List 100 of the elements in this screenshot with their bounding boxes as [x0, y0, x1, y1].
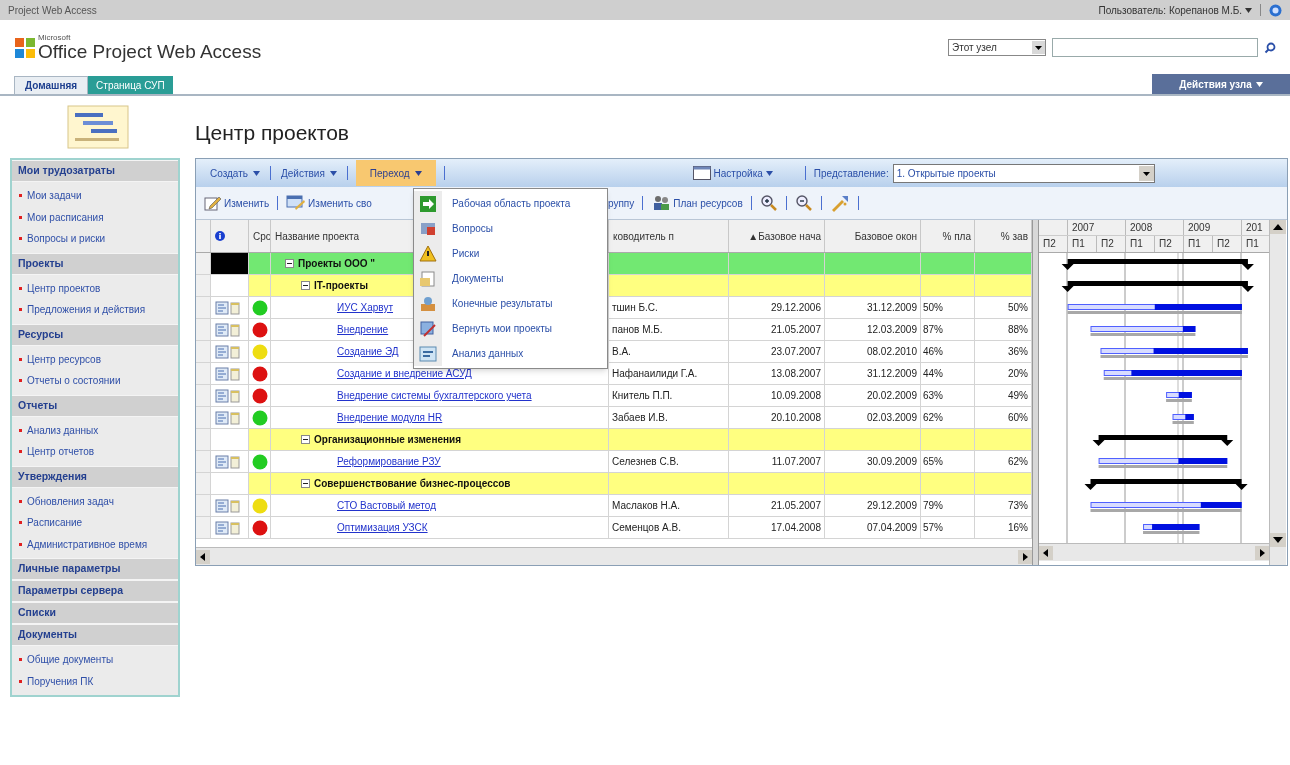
scroll-right-icon[interactable] [1018, 549, 1032, 564]
calendar-icon [692, 166, 711, 180]
column-header[interactable]: ководитель п [609, 220, 729, 252]
column-header[interactable]: % пла [921, 220, 975, 252]
sidebar-link[interactable]: Отчеты о состоянии [27, 374, 121, 388]
note-icon[interactable] [230, 410, 240, 425]
sidebar-link[interactable]: Расписание [27, 516, 83, 530]
sidebar-heading[interactable]: Параметры сервера [12, 580, 178, 602]
vertical-scrollbar[interactable] [1269, 220, 1286, 565]
project-link[interactable]: Оптимизация УЗСК [337, 520, 428, 535]
schedule-icon[interactable] [215, 322, 229, 337]
schedule-icon[interactable] [215, 344, 229, 359]
horizontal-scrollbar[interactable] [1039, 543, 1269, 561]
sidebar-heading[interactable]: Проекты [12, 252, 178, 275]
scroll-right-icon[interactable] [1255, 545, 1269, 560]
scroll-left-icon[interactable] [1039, 545, 1053, 560]
search-field[interactable] [1052, 38, 1258, 57]
project-link[interactable]: ИУС Харвут [337, 300, 393, 315]
menu-button[interactable]: Действия [279, 160, 339, 186]
menu-item[interactable]: Документы [452, 271, 504, 286]
collapse-icon[interactable] [285, 259, 294, 268]
sidebar-heading[interactable]: Личные параметры [12, 558, 178, 580]
collapse-icon[interactable] [301, 479, 310, 488]
column-header[interactable]: Срс [249, 220, 271, 252]
menu-button[interactable]: Переход [355, 160, 436, 186]
project-link[interactable]: Внедрение системы бухгалтерского учета [337, 388, 532, 403]
scroll-down-icon[interactable] [1270, 533, 1286, 547]
note-icon[interactable] [230, 498, 240, 513]
column-header[interactable]: Базовое окон [825, 220, 921, 252]
project-link[interactable]: СТО Вастовый метод [337, 498, 436, 513]
toolbar-button[interactable]: Изменить сво [286, 195, 372, 211]
sidebar-link[interactable]: Вопросы и риски [27, 232, 106, 246]
collapse-icon[interactable] [301, 435, 310, 444]
help-icon[interactable] [1269, 3, 1282, 17]
note-icon[interactable] [230, 388, 240, 403]
table-cell: 57% [921, 517, 975, 538]
sidebar-link[interactable]: Мои задачи [27, 189, 82, 203]
project-link[interactable]: Внедрение модуля HR [337, 410, 443, 425]
sidebar-link[interactable]: Административное время [27, 537, 148, 551]
bullet-icon [19, 658, 22, 661]
site-actions-button[interactable]: Действия узла [1152, 74, 1290, 94]
note-icon[interactable] [230, 344, 240, 359]
year-label: 2008 [1130, 222, 1153, 233]
sidebar-heading[interactable]: Ресурсы [12, 323, 178, 346]
project-link[interactable]: Создание ЭД [337, 344, 399, 359]
collapse-icon[interactable] [301, 281, 310, 290]
checkin-icon [419, 319, 437, 338]
sidebar-link[interactable]: Поручения ПК [27, 674, 94, 688]
menu-item[interactable]: Риски [452, 246, 480, 261]
sidebar-link[interactable]: Обновления задач [27, 494, 114, 508]
menu-item[interactable]: Анализ данных [452, 346, 524, 361]
toolbar-button[interactable]: руппу [608, 195, 635, 211]
sidebar-link[interactable]: Центр ресурсов [27, 352, 101, 366]
schedule-icon[interactable] [215, 388, 229, 403]
sidebar-link[interactable]: Мои расписания [27, 210, 104, 224]
sidebar-heading[interactable]: Отчеты [12, 394, 178, 417]
schedule-icon[interactable] [215, 366, 229, 381]
scope-select[interactable]: Этот узел [948, 39, 1046, 56]
search-icon[interactable] [1264, 41, 1276, 54]
sidebar-link[interactable]: Центр отчетов [27, 445, 95, 459]
note-icon[interactable] [230, 300, 240, 315]
sidebar-link[interactable]: Анализ данных [27, 423, 99, 437]
sidebar-heading[interactable]: Утверждения [12, 465, 178, 488]
task-bar [1166, 392, 1192, 402]
menu-item[interactable]: Вернуть мои проекты [452, 321, 553, 336]
table-cell: В.А. [609, 341, 729, 362]
note-icon[interactable] [230, 366, 240, 381]
menu-button[interactable]: Создать [208, 160, 262, 186]
settings-button[interactable]: Настройка [692, 165, 773, 181]
zoom-in-icon[interactable] [759, 194, 778, 212]
tab[interactable]: Домашняя [14, 76, 89, 94]
menu-item[interactable]: Конечные результаты [452, 296, 553, 311]
toolbar-button[interactable]: Изменить [204, 195, 270, 211]
zoom-out-icon[interactable] [794, 194, 813, 212]
sidebar-link[interactable]: Предложения и действия [27, 303, 146, 317]
sidebar-heading[interactable]: Списки [12, 602, 178, 624]
schedule-icon[interactable] [215, 454, 229, 469]
note-icon[interactable] [230, 454, 240, 469]
user-menu[interactable]: Пользователь: Корепанов М.Б. [1098, 2, 1252, 18]
toolbar-button[interactable]: План ресурсов [651, 195, 743, 211]
project-link[interactable]: Внедрение [337, 322, 389, 337]
horizontal-scrollbar[interactable] [196, 547, 1032, 565]
sidebar-link[interactable]: Центр проектов [27, 281, 101, 295]
sidebar-heading[interactable]: Мои трудозатраты [12, 160, 178, 182]
project-link[interactable]: Реформирование РЗУ [337, 454, 441, 469]
scroll-up-icon[interactable] [1270, 220, 1286, 234]
sidebar-link[interactable]: Общие документы [27, 653, 114, 667]
column-header[interactable]: ▲Базовое нача [729, 220, 825, 252]
view-select[interactable]: 1. Открытые проекты [892, 163, 1155, 183]
scroll-left-icon[interactable] [196, 549, 210, 564]
menu-item[interactable]: Рабочая область проекта [452, 196, 571, 211]
note-icon[interactable] [230, 520, 240, 535]
schedule-icon[interactable] [215, 498, 229, 513]
menu-item[interactable]: Вопросы [452, 221, 493, 236]
schedule-icon[interactable] [215, 410, 229, 425]
schedule-icon[interactable] [215, 520, 229, 535]
schedule-icon[interactable] [215, 300, 229, 315]
sidebar-heading[interactable]: Документы [12, 624, 178, 646]
note-icon[interactable] [230, 322, 240, 337]
project-link[interactable]: Создание и внедрение АСУД [337, 366, 472, 381]
